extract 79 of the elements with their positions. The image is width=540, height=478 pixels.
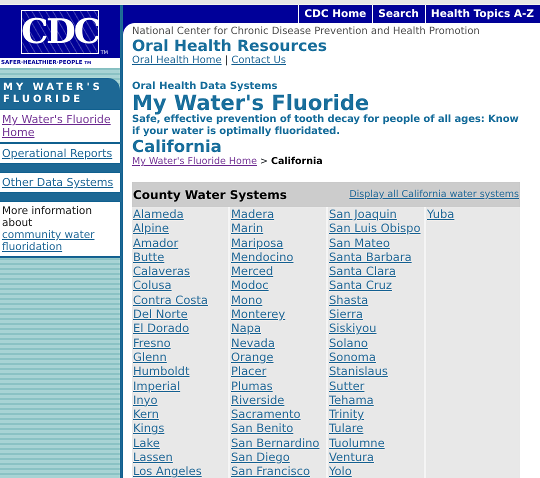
- county-link[interactable]: San Diego: [231, 450, 290, 464]
- breadcrumb-separator: >: [260, 156, 268, 167]
- county-link[interactable]: Madera: [231, 207, 274, 222]
- county-link[interactable]: Mono: [231, 292, 262, 308]
- sidebar-link[interactable]: Other Data Systems: [2, 176, 114, 189]
- county-link[interactable]: San Luis Obispo: [329, 221, 421, 236]
- county-link[interactable]: Colusa: [133, 278, 172, 293]
- community-link[interactable]: community water fluoridation: [2, 229, 118, 253]
- county-link[interactable]: Sonoma: [329, 350, 376, 364]
- county-link[interactable]: San Francisco: [231, 464, 310, 478]
- county-link[interactable]: Alpine: [133, 221, 169, 236]
- county-link[interactable]: Ventura: [329, 450, 374, 464]
- section-kicker: Oral Health Data Systems: [132, 81, 278, 92]
- county-link[interactable]: Santa Clara: [329, 264, 396, 278]
- state-heading: California: [132, 138, 223, 156]
- county-link[interactable]: Riverside: [231, 392, 284, 408]
- page-subtitle: Safe, effective prevention of tooth decay for people of all ages: Know if your water is optimally fluoridated.: [132, 114, 520, 138]
- site-title: Oral Health Resources: [132, 38, 328, 55]
- county-link[interactable]: San Benito: [231, 421, 294, 436]
- breadcrumb-link[interactable]: My Water's Fluoride Home: [132, 156, 257, 167]
- county-link[interactable]: El Dorado: [133, 321, 190, 336]
- county-link[interactable]: Yolo: [329, 464, 352, 478]
- header-link[interactable]: Oral Health Home: [132, 55, 222, 66]
- sidebar-title: MY WATER'S FLUORIDE: [0, 78, 120, 110]
- breadcrumb-current: California: [270, 156, 323, 167]
- county-link[interactable]: Plumas: [231, 378, 273, 393]
- county-link[interactable]: Kings: [133, 421, 164, 436]
- county-link[interactable]: Del Norte: [133, 307, 188, 322]
- page-title: My Water's Fluoride: [132, 92, 370, 114]
- county-link[interactable]: Los Angeles: [133, 464, 202, 478]
- link-separator: |: [224, 55, 228, 66]
- county-link[interactable]: Nevada: [231, 336, 275, 350]
- county-link[interactable]: Imperial: [133, 378, 180, 393]
- display-all-link[interactable]: Display all California water systems: [349, 188, 519, 202]
- county-link[interactable]: Santa Barbara: [329, 250, 412, 264]
- county-link[interactable]: Contra Costa: [133, 292, 208, 308]
- county-link[interactable]: Sierra: [329, 307, 363, 322]
- county-link[interactable]: Tulare: [329, 421, 364, 436]
- county-link[interactable]: Kern: [133, 407, 159, 422]
- header-link[interactable]: Contact Us: [231, 55, 286, 66]
- county-link[interactable]: Shasta: [329, 292, 368, 308]
- county-link[interactable]: Stanislaus: [329, 364, 388, 379]
- county-link[interactable]: Lake: [133, 436, 160, 450]
- county-link[interactable]: Trinity: [329, 407, 364, 422]
- county-link[interactable]: San Bernardino: [231, 436, 320, 450]
- county-link[interactable]: Mariposa: [231, 236, 284, 250]
- county-link[interactable]: Butte: [133, 250, 164, 264]
- county-link[interactable]: Siskiyou: [329, 321, 376, 336]
- county-link[interactable]: Merced: [231, 264, 274, 278]
- logo-text: CDC: [21, 14, 99, 48]
- county-link[interactable]: Orange: [231, 350, 274, 364]
- table-title: County Water Systems: [133, 187, 287, 204]
- county-link[interactable]: San Joaquin: [329, 207, 397, 222]
- sidebar-link[interactable]: Operational Reports: [2, 147, 112, 160]
- county-link[interactable]: Sutter: [329, 378, 364, 393]
- county-link[interactable]: San Mateo: [329, 236, 390, 250]
- county-link[interactable]: Alameda: [133, 207, 184, 222]
- county-link[interactable]: Solano: [329, 336, 368, 350]
- county-link[interactable]: Amador: [133, 236, 178, 250]
- county-link[interactable]: Sacramento: [231, 407, 301, 422]
- county-link[interactable]: Tuolumne: [329, 436, 385, 450]
- county-link[interactable]: Santa Cruz: [329, 278, 392, 293]
- county-link[interactable]: Mendocino: [231, 250, 294, 264]
- county-link[interactable]: Lassen: [133, 450, 173, 464]
- county-link[interactable]: Tehama: [329, 392, 374, 408]
- county-link[interactable]: Monterey: [231, 307, 286, 322]
- sidebar-note: More information about: [2, 205, 93, 229]
- county-link[interactable]: Fresno: [133, 336, 171, 350]
- county-link[interactable]: Napa: [231, 321, 261, 336]
- county-link[interactable]: Marin: [231, 221, 264, 236]
- county-link[interactable]: Glenn: [133, 350, 167, 364]
- county-link[interactable]: Inyo: [133, 392, 158, 408]
- county-link[interactable]: Placer: [231, 364, 266, 379]
- sidebar-link[interactable]: My Water's Fluoride Home: [2, 113, 118, 139]
- center-name: National Center for Chronic Disease Prevention and Health Promotion: [132, 26, 481, 38]
- county-link[interactable]: Yuba: [427, 207, 454, 222]
- county-link[interactable]: Modoc: [231, 278, 269, 293]
- county-link[interactable]: Humboldt: [133, 364, 190, 379]
- county-link[interactable]: Calaveras: [133, 264, 190, 278]
